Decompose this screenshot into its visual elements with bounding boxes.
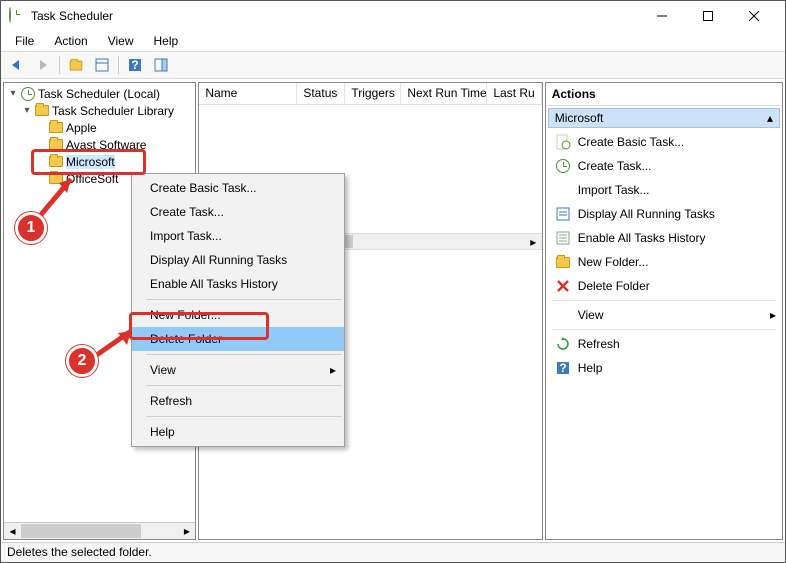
- folder-icon: [48, 137, 64, 153]
- app-icon: [9, 8, 25, 24]
- maximize-button[interactable]: [685, 1, 731, 31]
- action-separator: [552, 329, 776, 330]
- properties-button[interactable]: [90, 54, 114, 76]
- titlebar: Task Scheduler: [1, 1, 785, 31]
- scroll-right-icon[interactable]: ▸: [178, 523, 195, 539]
- show-hide-pane-button[interactable]: [149, 54, 173, 76]
- close-button[interactable]: [731, 1, 777, 31]
- toolbar-separator: [118, 56, 119, 74]
- menu-help[interactable]: Help: [146, 32, 187, 50]
- actions-group-title[interactable]: Microsoft ▴: [548, 108, 780, 128]
- menu-action[interactable]: Action: [46, 32, 95, 50]
- cm-separator: [146, 385, 342, 386]
- menubar: File Action View Help: [1, 31, 785, 51]
- action-create-basic-task[interactable]: Create Basic Task...: [548, 130, 780, 154]
- column-status[interactable]: Status: [297, 83, 345, 104]
- cm-display-running[interactable]: Display All Running Tasks: [132, 248, 344, 272]
- back-button[interactable]: [5, 54, 29, 76]
- action-refresh[interactable]: Refresh: [548, 332, 780, 356]
- folder-up-button[interactable]: [64, 54, 88, 76]
- column-triggers[interactable]: Triggers: [345, 83, 401, 104]
- history-icon: [554, 230, 572, 246]
- toolbar-separator: [59, 56, 60, 74]
- cm-view[interactable]: View▸: [132, 358, 344, 382]
- column-next-run[interactable]: Next Run Time: [401, 83, 487, 104]
- chevron-right-icon: ▸: [770, 308, 776, 322]
- clock-icon: [20, 86, 36, 102]
- status-text: Deletes the selected folder.: [7, 545, 152, 559]
- toolbar: ?: [1, 51, 785, 79]
- tree-horizontal-scrollbar[interactable]: ◂ ▸: [4, 522, 195, 539]
- cm-import-task[interactable]: Import Task...: [132, 224, 344, 248]
- cm-separator: [146, 354, 342, 355]
- list-icon: [554, 206, 572, 222]
- action-separator: [552, 300, 776, 301]
- context-menu: Create Basic Task... Create Task... Impo…: [131, 173, 345, 447]
- action-delete-folder[interactable]: Delete Folder: [548, 274, 780, 298]
- action-view[interactable]: View▸: [548, 303, 780, 327]
- svg-text:?: ?: [559, 361, 566, 375]
- action-display-running[interactable]: Display All Running Tasks: [548, 202, 780, 226]
- clock-icon: [554, 158, 572, 174]
- folder-icon: [48, 154, 64, 170]
- collapse-icon[interactable]: ▴: [767, 111, 773, 125]
- delete-icon: [554, 278, 572, 294]
- cm-create-basic-task[interactable]: Create Basic Task...: [132, 176, 344, 200]
- tree-root-label: Task Scheduler (Local): [38, 87, 160, 101]
- tree-library[interactable]: ▾ Task Scheduler Library: [6, 102, 193, 119]
- expander-icon[interactable]: ▾: [6, 88, 20, 99]
- forward-button[interactable]: [31, 54, 55, 76]
- annotation-badge-2: 2: [66, 345, 98, 377]
- folder-icon: [48, 120, 64, 136]
- action-enable-history[interactable]: Enable All Tasks History: [548, 226, 780, 250]
- annotation-badge-1: 1: [15, 212, 47, 244]
- tree-item-avast[interactable]: Avast Software: [6, 136, 193, 153]
- tree-root[interactable]: ▾ Task Scheduler (Local): [6, 85, 193, 102]
- scroll-right-icon[interactable]: ▸: [525, 234, 542, 249]
- cm-enable-history[interactable]: Enable All Tasks History: [132, 272, 344, 296]
- action-help[interactable]: ?Help: [548, 356, 780, 380]
- cm-separator: [146, 299, 342, 300]
- scrollbar-thumb[interactable]: [21, 524, 141, 538]
- help-button[interactable]: ?: [123, 54, 147, 76]
- tree-item-apple[interactable]: Apple: [6, 119, 193, 136]
- clock-page-icon: [554, 134, 572, 150]
- folder-icon: [34, 103, 50, 119]
- expander-icon[interactable]: ▾: [20, 105, 34, 116]
- chevron-right-icon: ▸: [330, 363, 336, 377]
- action-create-task[interactable]: Create Task...: [548, 154, 780, 178]
- actions-header: Actions: [546, 83, 782, 106]
- tree-item-microsoft[interactable]: Microsoft: [6, 153, 193, 170]
- cm-new-folder[interactable]: New Folder...: [132, 303, 344, 327]
- cm-create-task[interactable]: Create Task...: [132, 200, 344, 224]
- tree-library-label: Task Scheduler Library: [52, 104, 174, 118]
- minimize-button[interactable]: [639, 1, 685, 31]
- actions-pane: Actions Microsoft ▴ Create Basic Task...…: [545, 82, 783, 540]
- column-name[interactable]: Name: [199, 83, 297, 104]
- refresh-icon: [554, 336, 572, 352]
- window-title: Task Scheduler: [31, 9, 639, 23]
- cm-separator: [146, 416, 342, 417]
- cm-refresh[interactable]: Refresh: [132, 389, 344, 413]
- cm-help[interactable]: Help: [132, 420, 344, 444]
- scroll-left-icon[interactable]: ◂: [4, 523, 21, 539]
- action-new-folder[interactable]: New Folder...: [548, 250, 780, 274]
- cm-delete-folder[interactable]: Delete Folder: [132, 327, 344, 351]
- list-header: Name Status Triggers Next Run Time Last …: [199, 83, 541, 105]
- svg-text:?: ?: [131, 58, 138, 72]
- folder-icon: [554, 254, 572, 270]
- statusbar: Deletes the selected folder.: [1, 542, 785, 562]
- help-icon: ?: [554, 360, 572, 376]
- menu-file[interactable]: File: [7, 32, 42, 50]
- menu-view[interactable]: View: [100, 32, 142, 50]
- column-last-run[interactable]: Last Ru: [487, 83, 541, 104]
- action-import-task[interactable]: Import Task...: [548, 178, 780, 202]
